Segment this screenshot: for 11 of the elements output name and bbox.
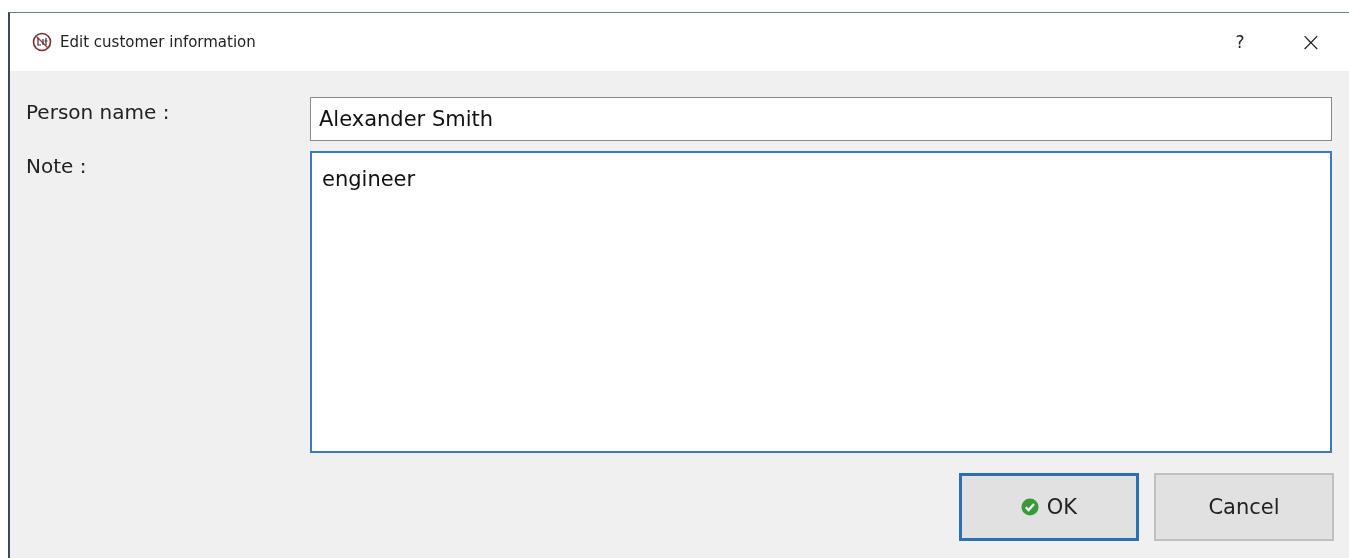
- name-field[interactable]: Alexander Smith: [310, 97, 1332, 141]
- field-label: Note :: [26, 153, 88, 180]
- dialog-button[interactable]: OK: [959, 473, 1139, 541]
- dialog-button[interactable]: Cancel: [1154, 473, 1334, 541]
- window-title: Edit customer information: [60, 33, 257, 51]
- field-label: Person name :: [26, 99, 171, 126]
- app-logo-icon: [32, 32, 52, 52]
- note-field[interactable]: engineer: [310, 151, 1332, 453]
- close-button[interactable]: ×: [1291, 27, 1331, 57]
- check-icon: [1020, 498, 1039, 516]
- help-button[interactable]: ?: [1225, 32, 1255, 52]
